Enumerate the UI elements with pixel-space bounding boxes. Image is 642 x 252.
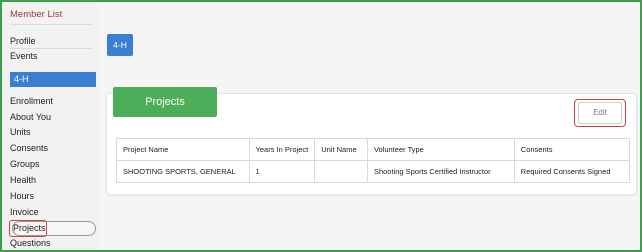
sidebar-divider xyxy=(10,24,92,25)
sidebar-item-groups[interactable]: Groups xyxy=(10,158,94,170)
projects-tab-header: Projects xyxy=(113,87,217,117)
sidebar-divider xyxy=(10,48,92,49)
edit-highlight-box xyxy=(574,99,626,127)
sidebar-item-events[interactable]: Events xyxy=(10,50,94,62)
sidebar-item-invoice[interactable]: Invoice xyxy=(10,206,94,218)
sidebar-section-4h[interactable]: 4-H xyxy=(10,72,96,87)
sidebar-item-consents[interactable]: Consents xyxy=(10,142,94,154)
cell-volunteer-type: Shooting Sports Certified Instructor xyxy=(366,160,515,183)
cell-project-name: SHOOTING SPORTS, GENERAL xyxy=(116,160,250,183)
sidebar-item-questions[interactable]: Questions xyxy=(10,237,94,249)
sidebar-item-enrollment[interactable]: Enrollment xyxy=(10,95,94,107)
col-header-unit-name: Unit Name xyxy=(314,138,368,161)
member-list-link[interactable]: Member List xyxy=(10,9,94,21)
club-chip-4h[interactable]: 4-H xyxy=(107,34,133,56)
projects-table: Project Name Years In Project Unit Name … xyxy=(116,138,631,183)
cell-unit-name xyxy=(314,160,368,183)
col-header-consents: Consents xyxy=(513,138,631,161)
sidebar-item-units[interactable]: Units xyxy=(10,126,94,138)
col-header-volunteer-type: Volunteer Type xyxy=(366,138,515,161)
projects-highlight-box xyxy=(9,220,47,237)
col-header-project-name: Project Name xyxy=(116,138,250,161)
sidebar-item-about-you[interactable]: About You xyxy=(10,111,94,123)
cell-consents: Required Consents Signed xyxy=(513,160,631,183)
sidebar-item-profile[interactable]: Profile xyxy=(10,35,94,47)
sidebar-item-health[interactable]: Health xyxy=(10,174,94,186)
table-header-row: Project Name Years In Project Unit Name … xyxy=(116,138,631,161)
sidebar-item-hours[interactable]: Hours xyxy=(10,190,94,202)
col-header-years-in-project: Years In Project xyxy=(248,138,316,161)
cell-years-in-project: 1 xyxy=(248,160,316,183)
table-row[interactable]: SHOOTING SPORTS, GENERAL 1 Shooting Spor… xyxy=(116,160,631,183)
